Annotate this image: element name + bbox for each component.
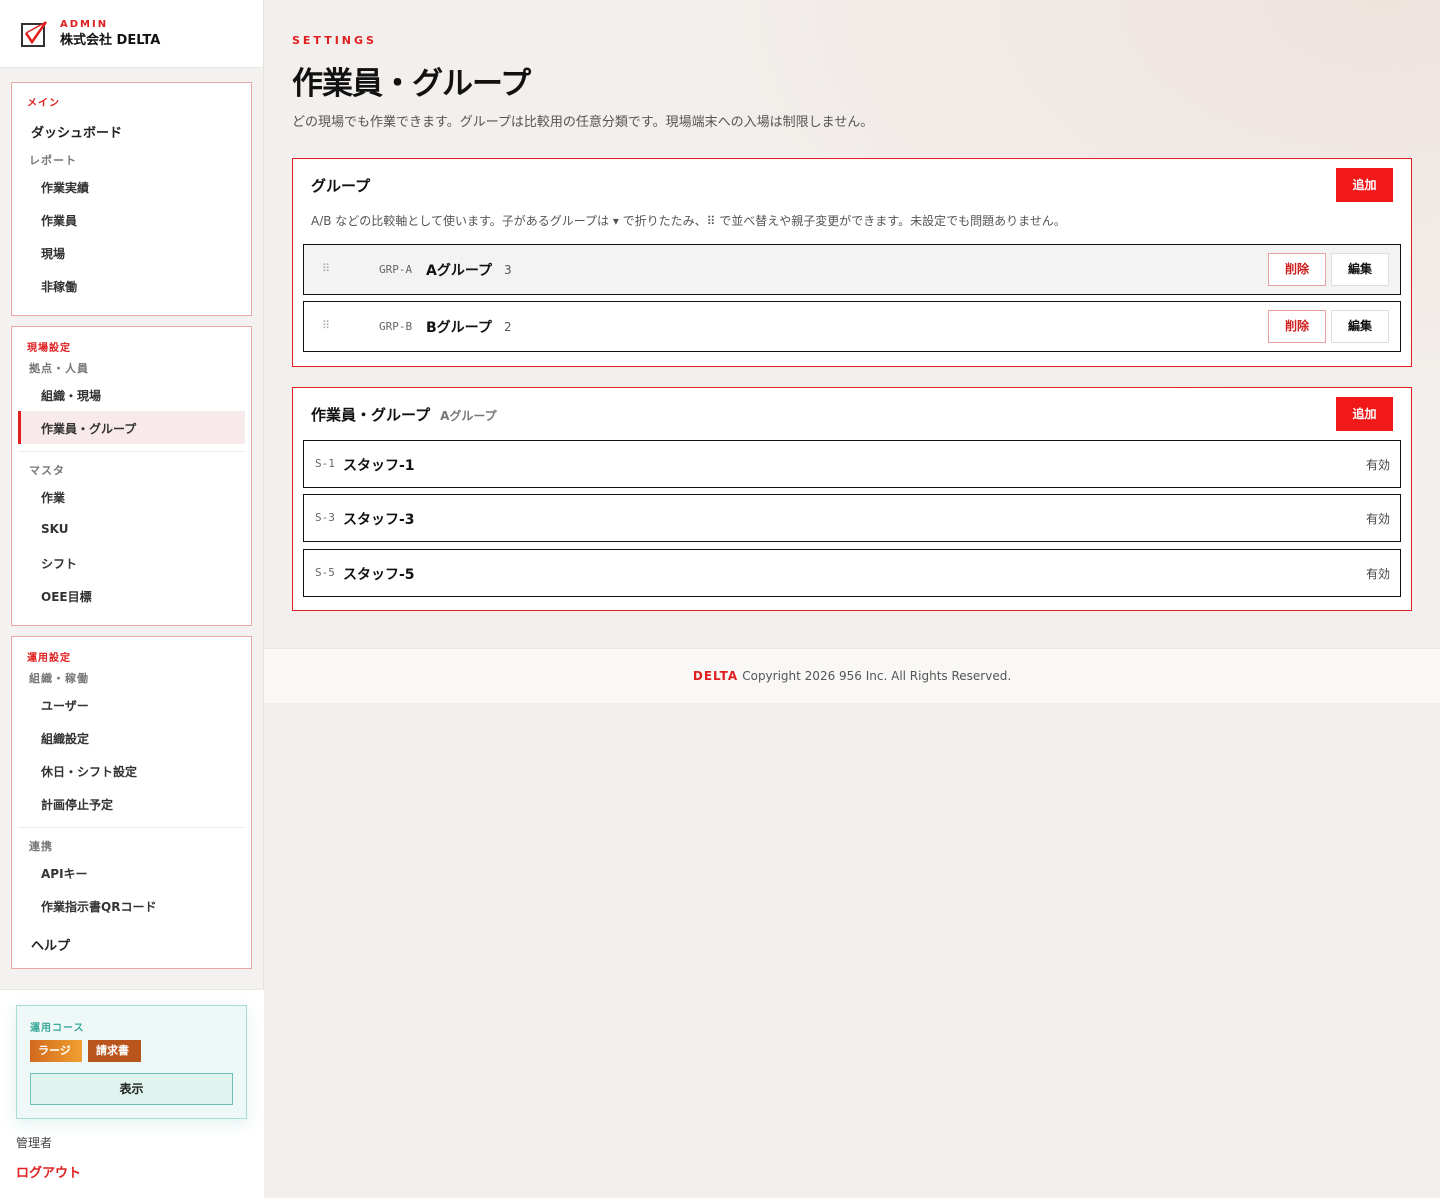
member-row[interactable]: S-5 スタッフ-5 有効 — [303, 549, 1401, 597]
show-plan-button[interactable]: 表示 — [30, 1073, 233, 1105]
group-row[interactable]: ⠿ GRP-B Bグループ 2 削除 編集 — [303, 301, 1401, 352]
plan-badge-invoice: 請求書 — [88, 1040, 141, 1062]
member-name: スタッフ-3 — [343, 512, 415, 528]
footer-brand: DELTA — [692, 669, 739, 683]
member-row[interactable]: S-3 スタッフ-3 有効 — [303, 494, 1401, 542]
logout-link[interactable]: ログアウト — [16, 1162, 81, 1181]
sidebar-item-shifts[interactable]: シフト — [41, 555, 77, 572]
edit-group-button[interactable]: 編集 — [1331, 253, 1389, 286]
sidebar-item-help[interactable]: ヘルプ — [31, 935, 70, 954]
divider — [18, 451, 245, 452]
page-footer: DELTA Copyright 2026 956 Inc. All Rights … — [264, 648, 1440, 703]
footer-copyright: Copyright 2026 956 Inc. All Rights Reser… — [742, 669, 1012, 683]
group-row[interactable]: ⠿ GRP-A Aグループ 3 削除 編集 — [303, 244, 1401, 295]
members-panel: 作業員・グループ Aグループ 追加 S-1 スタッフ-1 有効 S-3 スタッフ-… — [292, 387, 1412, 611]
nav-card-site-settings: 現場設定 拠点・人員 組織・現場 作業員・グループ マスタ 作業 SKU シフト… — [11, 326, 252, 626]
sidebar-item-work-results[interactable]: 作業実績 — [41, 179, 89, 196]
members-panel-title-text: 作業員・グループ — [311, 406, 431, 424]
sidebar-item-org-settings[interactable]: 組織設定 — [41, 730, 89, 747]
nav-card-ops-settings: 運用設定 組織・稼働 ユーザー 組織設定 休日・シフト設定 計画停止予定 連携 … — [11, 636, 252, 969]
member-status: 有効 — [1365, 512, 1390, 526]
sidebar-item-holiday-shift[interactable]: 休日・シフト設定 — [41, 763, 137, 780]
main-content: SETTINGS 作業員・グループ どの現場でも作業できます。グループは比較用の… — [264, 0, 1440, 648]
group-code: GRP-A — [379, 263, 413, 276]
sidebar-item-oee-target[interactable]: OEE目標 — [41, 588, 92, 605]
brand-name: 株式会社 DELTA — [60, 32, 161, 48]
group-label-integration: 連携 — [29, 840, 53, 853]
group-member-count: 2 — [504, 320, 512, 334]
group-member-count: 3 — [504, 263, 512, 277]
drag-handle-icon[interactable]: ⠿ — [322, 262, 330, 275]
sidebar-item-downtime[interactable]: 非稼働 — [41, 278, 77, 295]
group-label-report: レポート — [29, 154, 77, 167]
group-label-bases: 拠点・人員 — [29, 362, 89, 375]
member-name: スタッフ-1 — [343, 458, 415, 474]
sidebar-item-org-sites[interactable]: 組織・現場 — [41, 387, 101, 404]
groups-panel: グループ 追加 A/B などの比較軸として使います。子があるグループは ▾ で折… — [292, 158, 1412, 367]
delete-group-button[interactable]: 削除 — [1268, 310, 1326, 343]
sidebar-item-api-keys[interactable]: APIキー — [41, 865, 88, 882]
edit-group-button[interactable]: 編集 — [1331, 310, 1389, 343]
sidebar-item-planned-stop[interactable]: 計画停止予定 — [41, 796, 113, 813]
divider — [18, 827, 245, 828]
sidebar-footer: 運用コース ラージ 請求書 表示 管理者 ログアウト — [0, 989, 264, 1198]
plan-badge-large: ラージ — [30, 1040, 82, 1062]
sidebar: ADMIN 株式会社 DELTA メイン ダッシュボード レポート 作業実績 作… — [0, 0, 264, 1198]
sidebar-item-sku[interactable]: SKU — [41, 522, 68, 536]
member-code: S-3 — [315, 511, 335, 524]
nav-card-main: メイン ダッシュボード レポート 作業実績 作業員 現場 非稼働 — [11, 82, 252, 316]
brand-kicker: ADMIN — [60, 18, 109, 30]
sidebar-item-workers-groups[interactable]: 作業員・グループ — [41, 420, 136, 437]
group-label-master: マスタ — [29, 464, 65, 477]
sidebar-item-sites-report[interactable]: 現場 — [41, 245, 65, 262]
section-title-site: 現場設定 — [27, 343, 71, 354]
group-code: GRP-B — [379, 320, 413, 333]
groups-panel-title: グループ — [311, 177, 371, 195]
page-description: どの現場でも作業できます。グループは比較用の任意分類です。現場端末への入場は制限… — [292, 115, 874, 130]
group-name: Bグループ — [426, 320, 492, 336]
group-label-org-ops: 組織・稼働 — [29, 672, 89, 685]
add-member-button[interactable]: 追加 — [1336, 397, 1393, 431]
member-row[interactable]: S-1 スタッフ-1 有効 — [303, 440, 1401, 488]
checkbox-logo-icon — [21, 20, 48, 47]
section-title-ops: 運用設定 — [27, 653, 71, 664]
plan-card: 運用コース ラージ 請求書 表示 — [16, 1005, 247, 1119]
plan-label: 運用コース — [30, 1023, 85, 1034]
page-kicker: SETTINGS — [292, 34, 377, 47]
delete-group-button[interactable]: 削除 — [1268, 253, 1326, 286]
user-role: 管理者 — [16, 1136, 53, 1150]
brand-header[interactable]: ADMIN 株式会社 DELTA — [0, 0, 263, 68]
page-title: 作業員・グループ — [292, 66, 531, 102]
group-name: Aグループ — [426, 263, 492, 279]
add-group-button[interactable]: 追加 — [1336, 168, 1393, 202]
sidebar-item-qr-codes[interactable]: 作業指示書QRコード — [41, 898, 156, 915]
sidebar-item-tasks[interactable]: 作業 — [41, 489, 65, 506]
members-panel-title: 作業員・グループ Aグループ — [311, 404, 497, 425]
sidebar-item-users[interactable]: ユーザー — [41, 697, 89, 714]
member-code: S-1 — [315, 457, 335, 470]
selected-group-label: Aグループ — [440, 409, 497, 423]
member-status: 有効 — [1365, 458, 1390, 472]
sidebar-item-workers-report[interactable]: 作業員 — [41, 212, 77, 229]
groups-help-text: A/B などの比較軸として使います。子があるグループは ▾ で折りたたみ、⠿ で… — [311, 214, 1066, 228]
member-name: スタッフ-5 — [343, 567, 415, 583]
drag-handle-icon[interactable]: ⠿ — [322, 319, 330, 332]
section-title-main: メイン — [27, 98, 60, 109]
member-status: 有効 — [1365, 567, 1390, 581]
sidebar-item-dashboard[interactable]: ダッシュボード — [31, 122, 122, 141]
member-code: S-5 — [315, 566, 335, 579]
